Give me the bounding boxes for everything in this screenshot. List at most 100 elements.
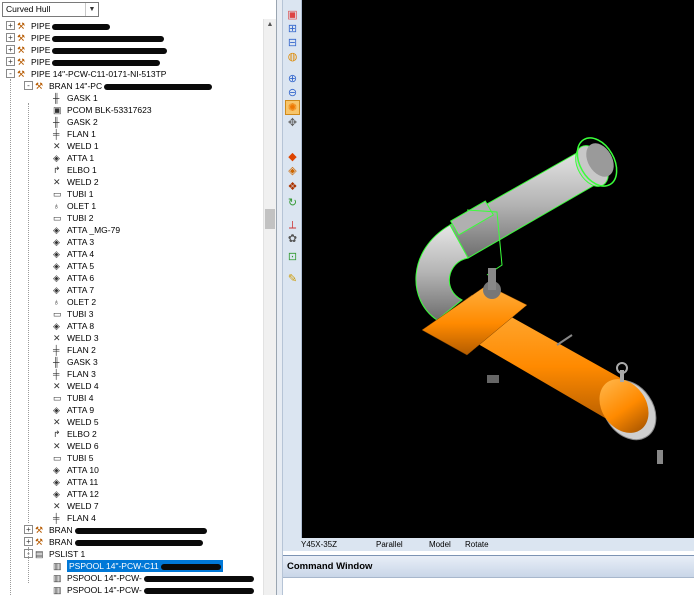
tree-item[interactable]: ◈ ATTA 4: [0, 248, 262, 260]
tree-item[interactable]: ▣ PCOM BLK-53317623: [0, 104, 262, 116]
tree-item[interactable]: ✕ WELD 6: [0, 440, 262, 452]
zoom-window-icon[interactable]: ⊞: [285, 22, 300, 37]
tree-item[interactable]: ♁ OLET 2: [0, 296, 262, 308]
tree-item-label: PIPE: [31, 33, 51, 43]
tree-item[interactable]: ◈ ATTA _MG-79: [0, 224, 262, 236]
tree-item[interactable]: ╪ FLAN 1: [0, 128, 262, 140]
tree-item[interactable]: ◈ ATTA 12: [0, 488, 262, 500]
chevron-down-icon[interactable]: ▼: [85, 3, 98, 16]
tree-item[interactable]: + ⚒ BRAN: [0, 536, 262, 548]
tree-item[interactable]: ◈ ATTA 9: [0, 404, 262, 416]
tree-item[interactable]: ↱ ELBO 1: [0, 164, 262, 176]
tree-item[interactable]: + ⚒ PIPE: [0, 44, 262, 56]
tree-guide-line: [10, 79, 11, 595]
tree-item[interactable]: ◈ ATTA 7: [0, 284, 262, 296]
tree-scrollbar[interactable]: ▲: [263, 19, 276, 595]
collapse-icon[interactable]: -: [6, 69, 15, 78]
explode-icon[interactable]: ❖: [285, 180, 300, 195]
tree-item[interactable]: ╪ FLAN 4: [0, 512, 262, 524]
tree-item-label: GASK 3: [67, 357, 98, 367]
expand-icon[interactable]: +: [6, 45, 15, 54]
tree-item[interactable]: + ⚒ PIPE: [0, 20, 262, 32]
tree-item[interactable]: - ▤ PSLIST 1: [0, 548, 262, 560]
redaction-mark: [52, 47, 168, 54]
tree-item[interactable]: - ⚒ BRAN 14"-PC: [0, 80, 262, 92]
tree-item[interactable]: ◈ ATTA 3: [0, 236, 262, 248]
tree-item[interactable]: ◈ ATTA 6: [0, 272, 262, 284]
tree-item[interactable]: ▥ PSPOOL 14"-PCW-: [0, 584, 262, 595]
tree-item[interactable]: ▥ PSPOOL 14"-PCW-: [0, 572, 262, 584]
expand-icon[interactable]: +: [6, 33, 15, 42]
tree-item-label: WELD 7: [67, 501, 99, 511]
expand-icon[interactable]: +: [6, 57, 15, 66]
tree-item[interactable]: ✕ WELD 1: [0, 140, 262, 152]
tree-item[interactable]: ◈ ATTA 10: [0, 464, 262, 476]
walk-icon[interactable]: ◍: [285, 50, 300, 65]
scroll-up-icon[interactable]: ▲: [264, 19, 276, 31]
view-icon[interactable]: ▣: [285, 8, 300, 23]
tree-item[interactable]: ◈ ATTA 5: [0, 260, 262, 272]
tree-item[interactable]: ╪ FLAN 2: [0, 344, 262, 356]
expand-icon[interactable]: +: [24, 525, 33, 534]
expand-icon[interactable]: +: [6, 21, 15, 30]
tree-item-label: WELD 1: [67, 141, 99, 151]
layers-icon[interactable]: ◈: [285, 164, 300, 179]
scroll-thumb[interactable]: [265, 209, 275, 229]
tree-item-label: PIPE: [31, 21, 51, 31]
tree-item[interactable]: ▥ PSPOOL 14"-PCW-C11: [0, 560, 262, 572]
shaded-icon[interactable]: ◆: [285, 150, 300, 165]
tree-item-label: PIPE: [31, 57, 51, 67]
collapse-icon[interactable]: -: [24, 81, 33, 90]
refresh-icon[interactable]: ↻: [285, 196, 300, 211]
tree-item[interactable]: ✕ WELD 2: [0, 176, 262, 188]
tree-item[interactable]: ╪ FLAN 3: [0, 368, 262, 380]
tree-item[interactable]: ✕ WELD 3: [0, 332, 262, 344]
tree-item[interactable]: ▭ TUBI 3: [0, 308, 262, 320]
tree-item-label: FLAN 3: [67, 369, 96, 379]
action-mode: Rotate: [465, 540, 489, 549]
attachment-icon: ◈: [53, 153, 60, 163]
tree-item[interactable]: ◈ ATTA 11: [0, 476, 262, 488]
tree-item[interactable]: + ⚒ BRAN: [0, 524, 262, 536]
zoom-in-icon[interactable]: ⊕: [285, 72, 300, 87]
tree-item[interactable]: + ⚒ PIPE: [0, 56, 262, 68]
tube-icon: ▭: [53, 453, 62, 463]
tree-item[interactable]: ╫ GASK 1: [0, 92, 262, 104]
zoom-extents-icon[interactable]: ⊟: [285, 36, 300, 51]
tree-item[interactable]: ╫ GASK 2: [0, 116, 262, 128]
tree-item[interactable]: ✕ WELD 5: [0, 416, 262, 428]
tree-item-label: WELD 3: [67, 333, 99, 343]
tree-item[interactable]: ◈ ATTA 1: [0, 152, 262, 164]
tree-item[interactable]: ▭ TUBI 1: [0, 188, 262, 200]
tree-item[interactable]: + ⚒ PIPE: [0, 32, 262, 44]
tree-item[interactable]: ♁ OLET 1: [0, 200, 262, 212]
pan-icon[interactable]: ✥: [285, 116, 300, 131]
settings-icon[interactable]: ✿: [285, 232, 300, 247]
tree-item[interactable]: ✕ WELD 4: [0, 380, 262, 392]
tree-item[interactable]: ✕ WELD 7: [0, 500, 262, 512]
tree-item[interactable]: ▭ TUBI 4: [0, 392, 262, 404]
tree-item[interactable]: - ⚒ PIPE 14"-PCW-C11-0171-NI-513TP: [0, 68, 262, 80]
expand-icon[interactable]: +: [24, 537, 33, 546]
branch-icon: ⚒: [35, 81, 44, 91]
tree-item[interactable]: ▭ TUBI 5: [0, 452, 262, 464]
tree-item-label: FLAN 2: [67, 345, 96, 355]
tree-item-label: PSLIST 1: [49, 549, 86, 559]
tree-item[interactable]: ◈ ATTA 8: [0, 320, 262, 332]
3d-viewport[interactable]: [302, 0, 694, 540]
axis-icon[interactable]: ⟂: [285, 218, 300, 233]
view-dropdown[interactable]: Curved Hull ▼: [2, 2, 99, 17]
rotate-icon[interactable]: ✺: [285, 100, 300, 115]
redaction-mark: [160, 563, 221, 570]
tree-item[interactable]: ▭ TUBI 2: [0, 212, 262, 224]
measure-icon[interactable]: ✎: [285, 272, 300, 287]
zoom-out-icon[interactable]: ⊖: [285, 86, 300, 101]
tree-item[interactable]: ↱ ELBO 2: [0, 428, 262, 440]
tree-item-label: ATTA 7: [67, 285, 95, 295]
attachment-icon: ◈: [53, 285, 60, 295]
tree-item-label: ATTA 9: [67, 405, 95, 415]
tree-item[interactable]: ╫ GASK 3: [0, 356, 262, 368]
tree-item-label: FLAN 1: [67, 129, 96, 139]
pipe-model-render: [415, 137, 663, 464]
clip-icon[interactable]: ⊡: [285, 250, 300, 265]
